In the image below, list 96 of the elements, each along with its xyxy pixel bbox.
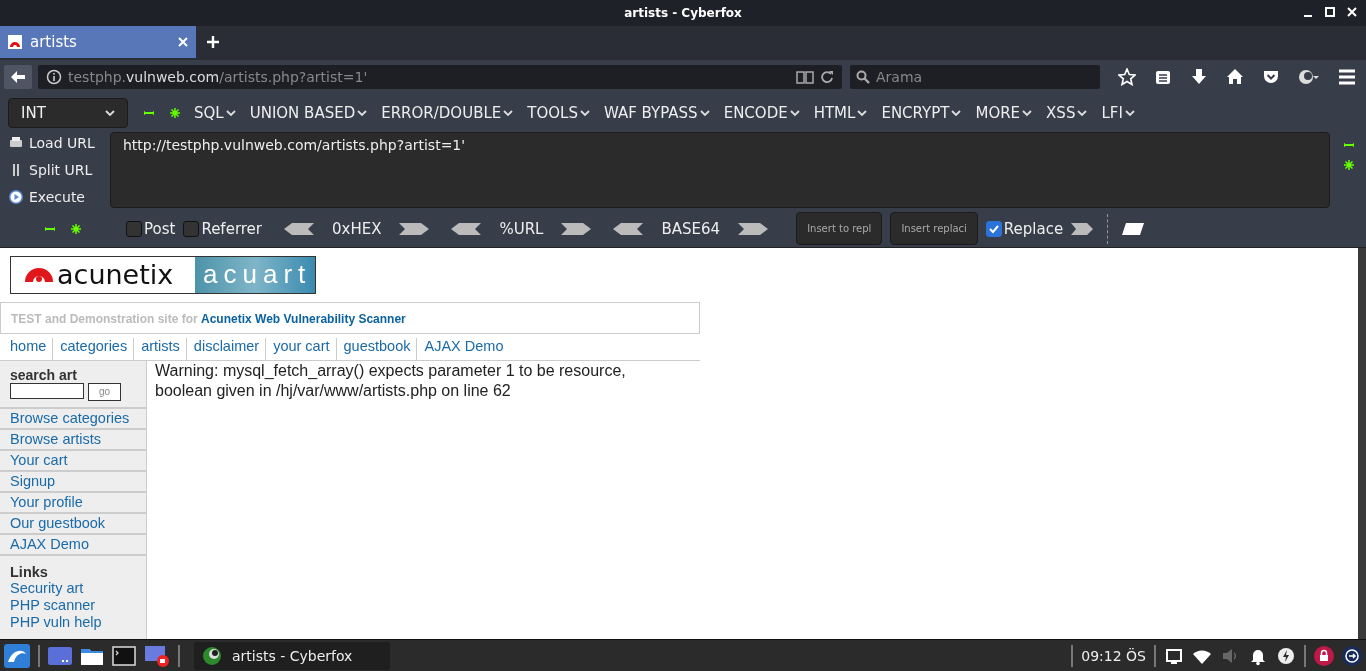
nav-link[interactable]: artists [133,337,186,360]
sidebar-link[interactable]: Security art [0,579,146,597]
asterisk-icon[interactable] [1344,159,1354,170]
back-arrow-icon [10,69,26,84]
asterisk-icon[interactable] [71,223,81,234]
warning-message: Warning: mysql_fetch_array() expects parameter 1 to be resource, boolean given in /hj/var/www/artists.php on line 62 [154,360,627,401]
nav-link[interactable]: guestbook [335,337,417,360]
menu-dropdown[interactable]: UNION BASED [249,103,368,122]
nav-link[interactable]: disclaimer [185,337,266,360]
reload-icon[interactable] [820,69,834,84]
search-heading: search art [9,365,78,383]
power-bolt-icon[interactable] [1276,645,1296,666]
caret-icon [1077,108,1088,117]
back-button[interactable] [4,64,32,89]
info-icon [46,68,62,85]
url-textarea[interactable]: http://testphp.vulnweb.com/artists.php?artist=1' [110,131,1330,208]
banner-title: acuart [195,256,315,293]
menu-dropdown[interactable]: WAF BYPASS [603,103,710,122]
lock-icon[interactable] [1314,645,1334,666]
browser-tab[interactable]: artists [0,25,196,58]
nav-link[interactable]: categories [52,337,134,360]
menu-dropdown[interactable]: ENCODE [723,103,800,122]
caret-icon [579,108,590,117]
menu-dropdown[interactable]: SQL [194,103,236,122]
caret-icon [225,108,236,117]
caret-icon [503,108,514,117]
caret-icon [105,108,115,117]
sidebar-link[interactable]: PHP vuln help [0,613,146,631]
hackbar-action[interactable]: Execute [8,185,100,209]
sidebar-link[interactable]: Browse artists [0,429,146,451]
address-bar[interactable]: testphp.vulnweb.com/artists.php?artist=1' [38,64,842,89]
left-arrow-icon[interactable] [451,222,482,235]
go-button[interactable]: go [88,382,121,401]
menu-dropdown[interactable]: MORE [975,103,1033,122]
encoder-label: 0xHEX [332,219,382,238]
sidebar-link[interactable]: Browse categories [0,408,146,430]
sidebar-link[interactable]: Your cart [0,450,146,472]
encoder-label: BASE64 [661,219,721,238]
play-icon [8,189,24,206]
caret-icon [1022,108,1033,117]
left-arrow-icon[interactable] [613,222,644,235]
bookmark-star-icon[interactable] [1118,67,1136,86]
logout-icon[interactable] [1342,645,1362,666]
menu-dropdown[interactable]: LFI [1101,103,1135,122]
caret-icon [1124,108,1135,117]
menu-dropdown[interactable]: XSS [1046,103,1088,122]
search-field[interactable]: Arama [850,64,1100,89]
workspace-icon[interactable] [48,644,72,667]
reader-view-icon[interactable] [796,69,814,84]
taskbar-window-button[interactable]: artists - Cyberfox [194,641,390,670]
search-icon [856,69,870,84]
checkbox[interactable]: Replace [985,219,1064,238]
window-title: artists - Cyberfox [624,5,742,20]
nav-link[interactable]: home [10,337,53,360]
caret-icon [699,108,710,117]
links-heading: Links [9,562,49,580]
menu-dropdown[interactable]: ENCRYPT [881,103,962,122]
hackbar-action[interactable]: Split URL [8,158,100,182]
nav-link[interactable]: your cart [265,337,336,360]
encoder-label: %URL [499,219,544,238]
caret-icon [857,108,868,117]
plus-icon[interactable] [206,34,220,49]
tagline: TEST and Demonstration site for Acunetix Web Vulnerability Scanner [0,301,700,334]
hackbar-action[interactable]: Load URL [8,131,100,155]
sidebar-link[interactable]: PHP scanner [0,596,146,614]
download-icon[interactable] [1190,67,1208,86]
asterisk-icon[interactable] [170,107,180,118]
clock[interactable]: 09:12 ÖS [1081,647,1146,664]
caret-icon [789,108,800,117]
nav-link[interactable]: AJAX Demo [416,337,510,360]
menu-dropdown[interactable]: ERROR/DOUBLE [381,103,514,122]
search-input[interactable] [10,382,84,399]
site-logo[interactable]: acunetix [11,256,195,293]
left-arrow-icon[interactable] [284,222,314,235]
sidebar-link[interactable]: Your profile [0,492,146,514]
close-icon[interactable] [1346,6,1358,18]
insert-button[interactable]: Insert replaci [890,212,978,246]
menu-icon[interactable] [1338,67,1356,86]
maximize-icon[interactable] [1324,6,1336,18]
type-select[interactable]: INT [8,97,128,128]
home-icon[interactable] [1226,67,1244,86]
scrollbar[interactable] [1358,247,1366,640]
terminal-icon[interactable] [112,644,136,667]
sidebar-link[interactable]: AJAX Demo [0,534,146,556]
menu-dropdown[interactable]: HTML [813,103,868,122]
logo-arc-icon [25,267,53,283]
screen-recorder-icon[interactable] [144,643,170,668]
checkbox[interactable]: Referrer [183,219,262,238]
favicon-icon [8,34,22,49]
sidebar-link[interactable]: Signup [0,471,146,493]
caret-icon [357,108,368,117]
caret-icon [951,108,962,117]
insert-button[interactable]: Insert to repl [796,212,883,246]
checkbox[interactable]: Post [126,219,176,238]
menu-dropdown[interactable]: TOOLS [527,103,590,122]
sidebar-link[interactable]: Our guestbook [0,513,146,535]
